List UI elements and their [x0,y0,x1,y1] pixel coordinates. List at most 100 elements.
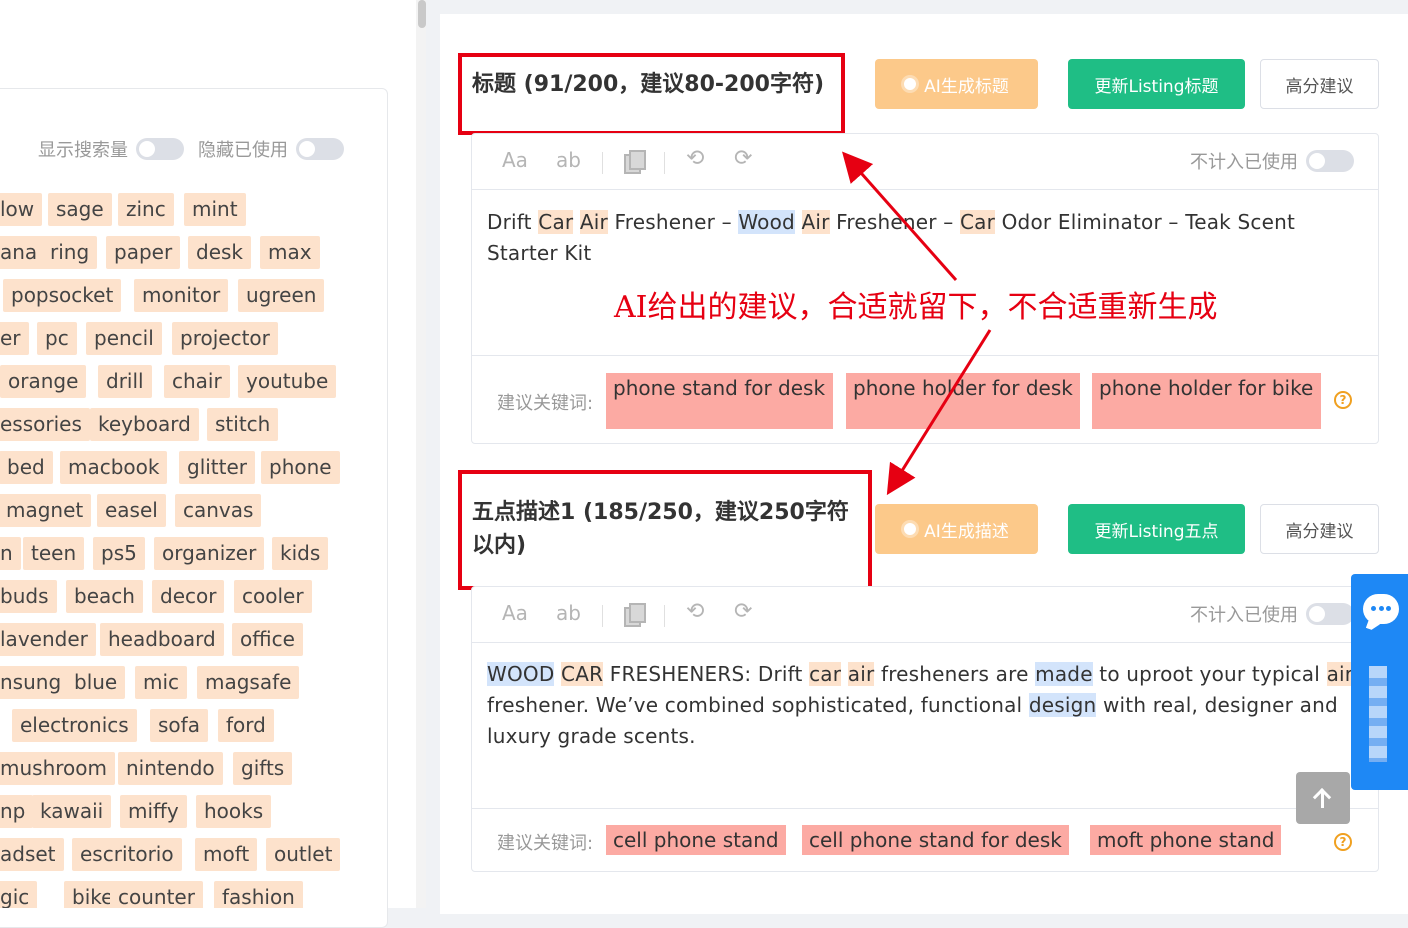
keyword-tag[interactable]: adset [0,838,64,871]
keyword-tag[interactable]: desk [188,236,252,269]
suggest-keyword-tag[interactable]: moft phone stand [1090,825,1282,855]
bullet-text-content[interactable]: WOOD CAR FRESHENERS: Drift car air fresh… [487,659,1367,752]
keyword-tag[interactable]: macbook [60,451,168,484]
keyword-tag[interactable]: counter [110,881,203,908]
keyword-tag[interactable]: er [0,322,29,355]
keyword-tag[interactable]: sage [48,193,112,226]
keyword-tag[interactable]: orange [0,365,87,398]
case-toggle-button[interactable]: Aa [502,148,528,172]
keyword-tag[interactable]: ana [0,236,46,269]
chat-widget[interactable] [1351,574,1408,790]
hide-used-toggle[interactable] [296,138,344,160]
keyword-tag[interactable]: paper [106,236,181,269]
keyword-tag[interactable]: fashion [214,881,303,908]
keyword-tag[interactable]: low [0,193,43,226]
undo-icon[interactable]: ⟲ [686,146,704,171]
back-to-top-icon[interactable] [1296,772,1350,824]
copy-icon[interactable] [624,603,646,627]
bullet-score-suggestion-button[interactable]: 高分建议 [1260,504,1379,554]
keyword-tag[interactable]: blue [66,666,126,699]
redo-icon[interactable]: ⟳ [734,146,752,171]
keyword-tag[interactable]: zinc [118,193,174,226]
title-text-content[interactable]: Drift Car Air Freshener – Wood Air Fresh… [487,207,1367,269]
ai-generate-title-button[interactable]: AI生成标题 [875,59,1038,109]
used-keyword-highlight: design [1028,693,1097,717]
title-score-suggestion-button[interactable]: 高分建议 [1260,59,1379,109]
case-toggle-button[interactable]: Aa [502,601,528,625]
update-listing-bullets-button[interactable]: 更新Listing五点 [1068,504,1245,554]
not-count-used-toggle[interactable] [1306,603,1354,625]
keyword-tag[interactable]: mushroom [0,752,115,785]
keyword-tag[interactable]: outlet [266,838,341,871]
keyword-tag[interactable]: organizer [154,537,265,570]
keyword-tag[interactable]: kids [272,537,329,570]
keyword-tag[interactable]: mic [135,666,188,699]
keyword-tag[interactable]: decor [152,580,225,613]
help-icon[interactable]: ? [1334,833,1352,851]
keyword-tag[interactable]: gifts [233,752,293,785]
keyword-tag[interactable]: cooler [234,580,312,613]
keyword-tag[interactable]: projector [172,322,278,355]
keyword-tag[interactable]: kawaii [32,795,112,828]
keyword-tag[interactable]: teen [23,537,85,570]
keyword-tag[interactable]: bed [0,451,53,484]
keyword-tag[interactable]: max [260,236,320,269]
keyword-tag[interactable]: canvas [175,494,262,527]
lowercase-button[interactable]: ab [556,601,581,625]
keyword-tag[interactable]: drill [98,365,152,398]
keyword-tag[interactable]: office [232,623,303,656]
keyword-tag[interactable]: moft [195,838,258,871]
keyword-tag[interactable]: easel [97,494,166,527]
keyword-tag[interactable]: electronics [12,709,137,742]
keyword-tag[interactable]: ford [218,709,274,742]
suggest-keyword-tag[interactable]: cell phone stand [606,825,786,855]
redo-icon[interactable]: ⟳ [734,599,752,624]
keyword-tag[interactable]: keyboard [90,408,199,441]
keyword-tag[interactable]: escritorio [72,838,182,871]
suggest-keyword-tag[interactable]: phone holder for desk [846,373,1080,429]
keyword-tag[interactable]: mint [184,193,246,226]
keyword-tag[interactable]: chair [164,365,230,398]
keyword-tag[interactable]: pc [37,322,77,355]
suggest-keyword-tag[interactable]: cell phone stand for desk [802,825,1069,855]
undo-icon[interactable]: ⟲ [686,599,704,624]
keyword-tag[interactable]: hooks [196,795,272,828]
update-listing-title-button[interactable]: 更新Listing标题 [1068,59,1245,109]
left-scrollbar-thumb[interactable] [418,0,426,28]
ai-generate-description-button[interactable]: AI生成描述 [875,504,1038,554]
keyword-tag[interactable]: popsocket [3,279,122,312]
keyword-tag[interactable]: lavender [0,623,96,656]
keyword-tag[interactable]: buds [0,580,57,613]
keyword-tag[interactable]: youtube [238,365,337,398]
keyword-tag[interactable]: headboard [100,623,224,656]
keyword-tag[interactable]: phone [261,451,340,484]
keyword-tag[interactable]: beach [66,580,143,613]
not-count-used-toggle[interactable] [1306,150,1354,172]
keyword-tag[interactable]: sofa [150,709,208,742]
show-volume-toggle[interactable] [136,138,184,160]
keyword-tag[interactable]: magnet [0,494,92,527]
lowercase-button[interactable]: ab [556,148,581,172]
keyword-tag[interactable]: pencil [86,322,162,355]
keyword-tag[interactable]: ps5 [93,537,145,570]
keyword-tag[interactable]: essories [0,408,90,441]
keyword-tag[interactable]: ugreen [238,279,325,312]
text-run: Freshener – [607,210,739,234]
keyword-tag[interactable]: n [0,537,21,570]
copy-icon[interactable] [624,150,646,174]
keyword-tag[interactable]: monitor [134,279,229,312]
keyword-tag[interactable]: nsung [0,666,70,699]
keyword-tag[interactable]: magsafe [197,666,300,699]
matched-keyword-highlight: air [1326,662,1354,686]
keyword-tag[interactable]: np [0,795,34,828]
keyword-tag[interactable]: gic [0,881,38,908]
suggest-keyword-tag[interactable]: phone holder for bike [1092,373,1321,429]
keyword-tag[interactable]: nintendo [118,752,223,785]
keyword-tag[interactable]: miffy [120,795,187,828]
help-icon[interactable]: ? [1334,391,1352,409]
suggest-keyword-tag[interactable]: phone stand for desk [606,373,833,429]
keyword-tag[interactable]: stitch [207,408,279,441]
keyword-tag[interactable]: ring [42,236,98,269]
keyword-tag-list: low sage zinc mint ana ring paper desk max popsoc… [0,193,400,908]
keyword-tag[interactable]: glitter [179,451,256,484]
